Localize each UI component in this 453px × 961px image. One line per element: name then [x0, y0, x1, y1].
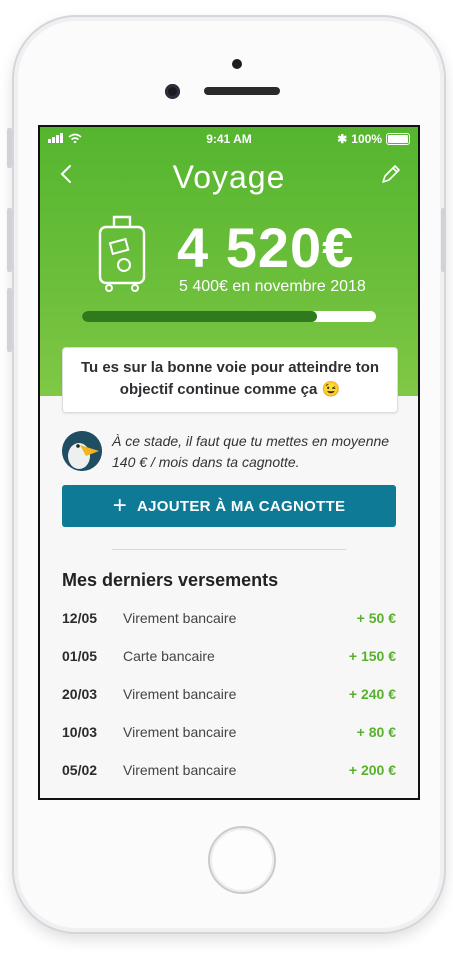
- progress-bar: [82, 311, 376, 322]
- bluetooth-icon: ✱: [337, 132, 348, 146]
- suitcase-icon: [98, 215, 146, 292]
- camera-dot: [232, 59, 242, 69]
- goal-text: 5 400€ en novembre 2018: [179, 278, 366, 295]
- payment-amount: + 50 €: [356, 610, 396, 626]
- divider: [112, 549, 346, 550]
- payment-amount: + 200 €: [348, 762, 396, 778]
- power-button: [441, 208, 446, 272]
- volume-down-button: [7, 288, 12, 352]
- page-title: Voyage: [172, 159, 286, 195]
- pencil-icon[interactable]: [378, 161, 404, 187]
- pelican-avatar-icon: [62, 431, 102, 471]
- payment-label: Virement bancaire: [123, 762, 237, 778]
- battery-icon: [386, 133, 410, 145]
- encouragement-card: Tu es sur la bonne voie pour atteindre t…: [62, 347, 398, 413]
- payment-date: 01/05: [62, 648, 98, 664]
- mute-switch: [7, 128, 12, 168]
- payment-label: Virement bancaire: [123, 686, 237, 702]
- status-bar: 9:41 AM ✱ 100%: [40, 127, 418, 149]
- battery-percent: 100%: [351, 132, 382, 146]
- home-button[interactable]: [208, 826, 276, 894]
- payment-label: Virement bancaire: [123, 610, 237, 626]
- payment-amount: + 150 €: [348, 648, 396, 664]
- list-item[interactable]: 12/05 Virement bancaire + 50 €: [62, 602, 396, 640]
- section-title: Mes derniers versements: [62, 570, 279, 590]
- payment-date: 20/03: [62, 686, 98, 702]
- add-to-savings-button[interactable]: + AJOUTER À MA CAGNOTTE: [62, 485, 396, 527]
- progress-fill: [82, 311, 318, 322]
- list-item[interactable]: 20/03 Virement bancaire + 240 €: [62, 678, 396, 716]
- payments-list: 12/05 Virement bancaire + 50 € 01/05 Car…: [62, 602, 396, 792]
- payment-date: 12/05: [62, 610, 98, 626]
- saved-amount: 4 520€: [177, 216, 355, 279]
- speaker: [204, 87, 280, 95]
- payment-amount: + 80 €: [356, 724, 396, 740]
- payment-date: 10/03: [62, 724, 98, 740]
- advice-block: À ce stade, il faut que tu mettes en moy…: [62, 429, 396, 471]
- add-to-savings-label: AJOUTER À MA CAGNOTTE: [137, 497, 346, 515]
- list-item[interactable]: 10/03 Virement bancaire + 80 €: [62, 716, 396, 754]
- advice-text: À ce stade, il faut que tu mettes en moy…: [112, 433, 390, 470]
- encouragement-text: Tu es sur la bonne voie pour atteindre t…: [80, 359, 380, 398]
- app-screen: 9:41 AM ✱ 100% Voyage 4 520€ 5 400€ en n…: [38, 125, 420, 800]
- list-item[interactable]: 01/05 Carte bancaire + 150 €: [62, 640, 396, 678]
- plus-icon: +: [112, 492, 128, 519]
- payment-date: 05/02: [62, 762, 98, 778]
- list-item[interactable]: 05/02 Virement bancaire + 200 €: [62, 754, 396, 792]
- payment-amount: + 240 €: [348, 686, 396, 702]
- volume-up-button: [7, 208, 12, 272]
- payment-label: Virement bancaire: [123, 724, 237, 740]
- payment-label: Carte bancaire: [123, 648, 215, 664]
- front-camera: [165, 84, 180, 99]
